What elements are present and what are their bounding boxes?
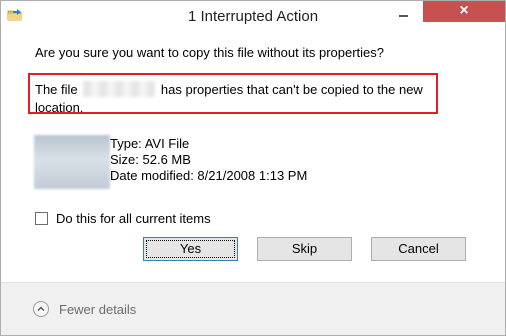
skip-button-label: Skip (291, 241, 318, 256)
dialog-content: Are you sure you want to copy this file … (1, 32, 505, 282)
cancel-button[interactable]: Cancel (371, 237, 466, 261)
apply-to-all-row[interactable]: Do this for all current items (35, 210, 211, 226)
fewer-details-label[interactable]: Fewer details (59, 302, 136, 317)
chevron-up-icon[interactable] (33, 301, 49, 317)
cancel-button-label: Cancel (398, 241, 439, 256)
question-text: Are you sure you want to copy this file … (35, 45, 385, 60)
apply-to-all-label[interactable]: Do this for all current items (56, 211, 211, 226)
redacted-file-name (83, 81, 156, 97)
message-prefix: The file (35, 82, 78, 97)
close-button[interactable]: × (423, 1, 505, 22)
yes-button[interactable]: Yes (143, 237, 238, 261)
file-details: Type: AVI File Size: 52.6 MB Date modifi… (110, 136, 307, 184)
interrupted-action-dialog: 1 Interrupted Action × Are you sure you … (0, 0, 506, 336)
properties-warning-message: The file has properties that can't be co… (35, 81, 433, 117)
file-type: Type: AVI File (110, 136, 190, 151)
close-icon: × (459, 2, 469, 19)
apply-to-all-checkbox[interactable] (35, 211, 48, 225)
skip-button[interactable]: Skip (257, 237, 352, 261)
file-size: Size: 52.6 MB (110, 152, 191, 167)
focus-ring (146, 240, 235, 258)
file-thumbnail (34, 135, 110, 189)
fewer-details-toggle[interactable]: Fewer details (33, 299, 136, 319)
dialog-footer: Fewer details (1, 282, 505, 335)
file-date-modified: Date modified: 8/21/2008 1:13 PM (110, 168, 308, 183)
title-bar: 1 Interrupted Action × (1, 1, 505, 32)
minimize-button[interactable] (390, 3, 416, 23)
